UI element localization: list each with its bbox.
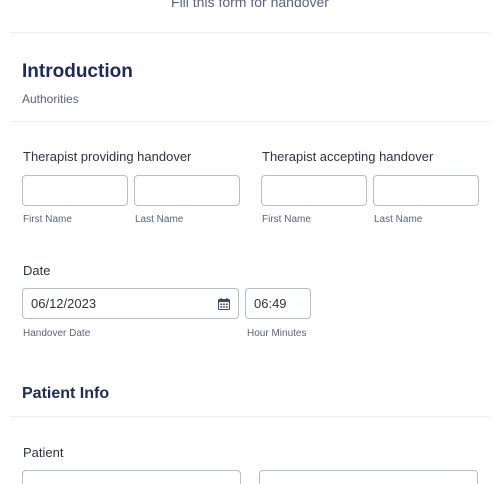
date-label: Date bbox=[23, 263, 51, 278]
header-divider bbox=[10, 32, 490, 33]
section-title-introduction: Introduction bbox=[22, 61, 133, 82]
providing-last-name-input[interactable] bbox=[134, 175, 240, 206]
handover-time-input[interactable]: 06:49 bbox=[245, 288, 311, 319]
accepting-last-name-sublabel: Last Name bbox=[374, 214, 423, 225]
introduction-divider bbox=[10, 121, 490, 122]
accepting-first-name-input[interactable] bbox=[261, 175, 367, 206]
handover-form: Fill this form for handover Introduction… bbox=[0, 0, 500, 484]
handover-date-input[interactable]: 06/12/2023 bbox=[22, 288, 239, 319]
providing-first-name-sublabel: First Name bbox=[23, 214, 72, 225]
patient-last-name-input[interactable] bbox=[259, 470, 478, 484]
accepting-handover-label: Therapist accepting handover bbox=[262, 149, 434, 164]
hour-minutes-sublabel: Hour Minutes bbox=[247, 328, 307, 339]
handover-date-sublabel: Handover Date bbox=[23, 328, 91, 339]
patient-label: Patient bbox=[23, 445, 64, 460]
calendar-icon[interactable] bbox=[218, 298, 230, 310]
patient-info-divider bbox=[10, 416, 490, 417]
form-subheader: Fill this form for handover bbox=[171, 0, 329, 10]
providing-last-name-sublabel: Last Name bbox=[135, 214, 184, 225]
handover-date-value: 06/12/2023 bbox=[31, 296, 97, 311]
section-title-patient-info: Patient Info bbox=[22, 385, 110, 402]
providing-handover-label: Therapist providing handover bbox=[23, 149, 192, 164]
section-subtitle-authorities: Authorities bbox=[22, 92, 79, 106]
patient-first-name-input[interactable] bbox=[22, 470, 241, 484]
accepting-last-name-input[interactable] bbox=[373, 175, 479, 206]
accepting-first-name-sublabel: First Name bbox=[262, 214, 311, 225]
providing-first-name-input[interactable] bbox=[22, 175, 128, 206]
